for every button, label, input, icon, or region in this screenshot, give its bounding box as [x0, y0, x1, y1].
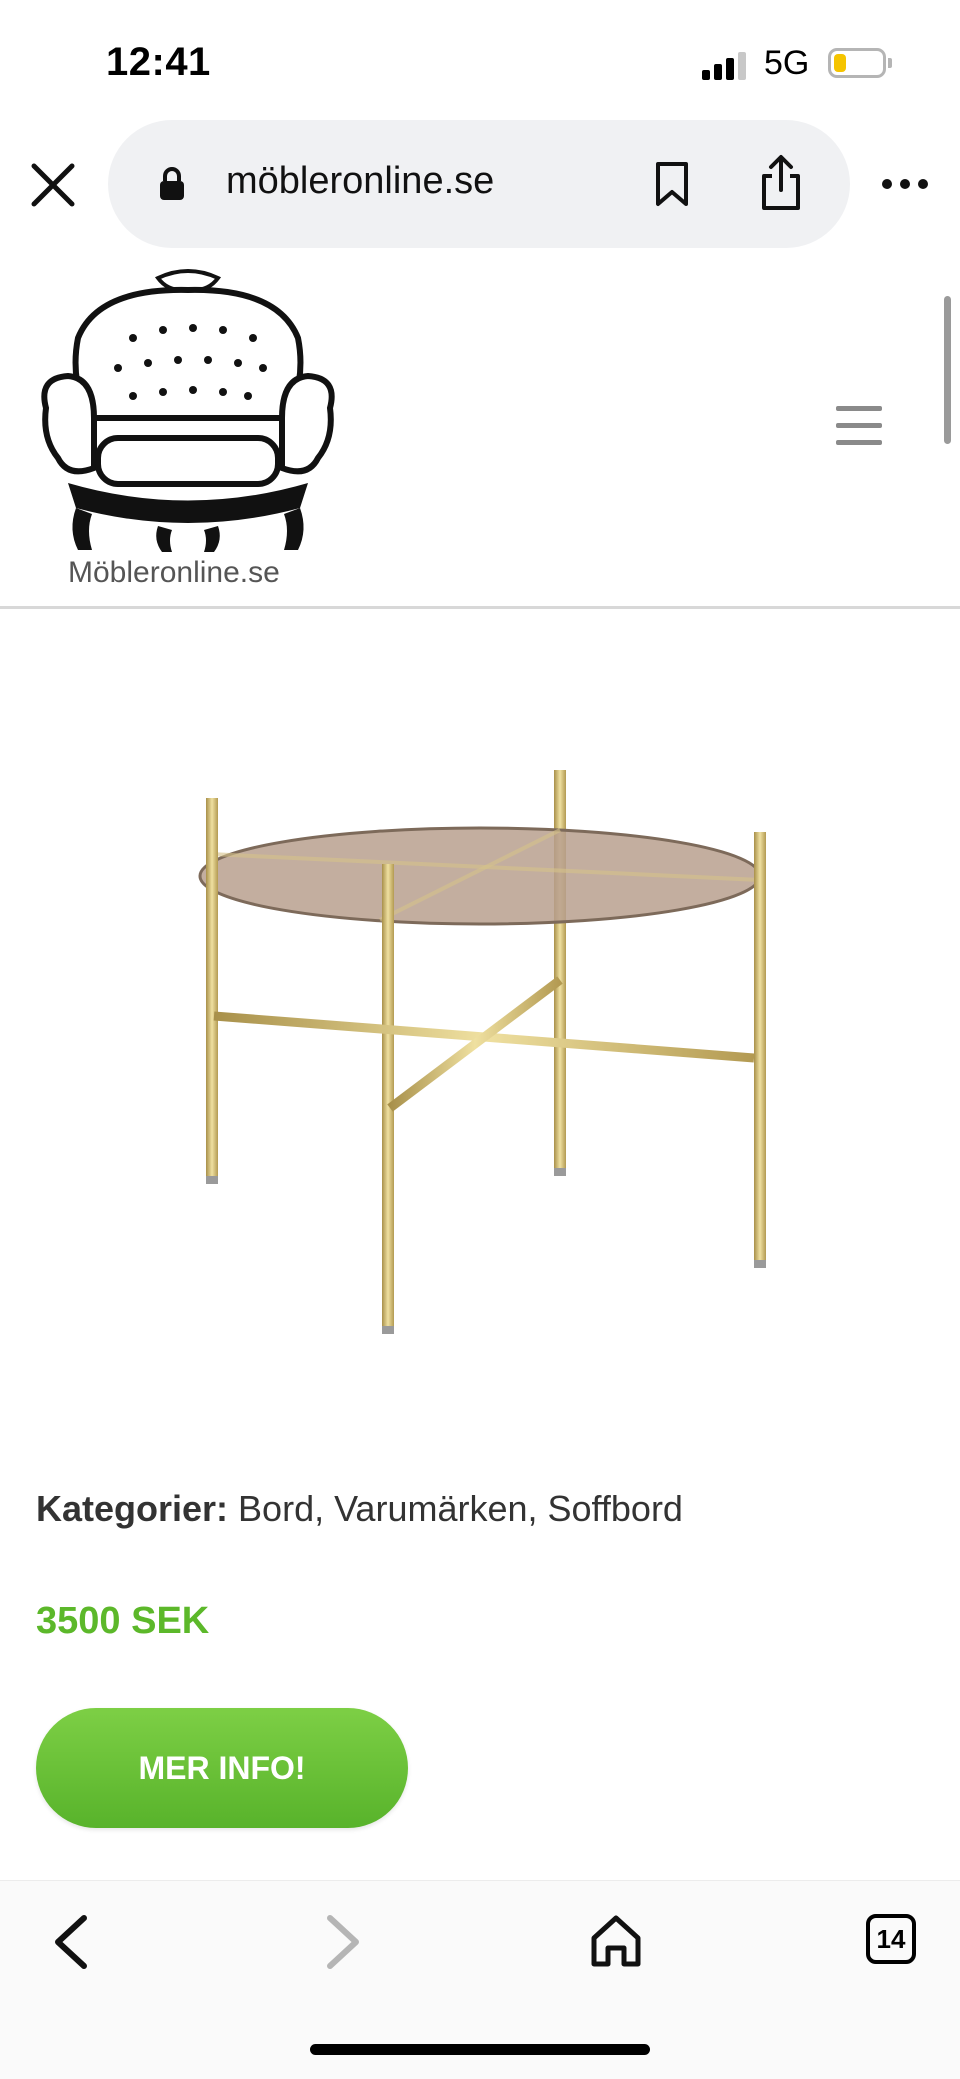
home-icon[interactable] [588, 1912, 644, 1970]
battery-cap [888, 58, 892, 68]
share-icon[interactable] [756, 154, 806, 212]
categories-value[interactable]: Bord, Varumärken, Soffbord [228, 1488, 683, 1529]
site-logo[interactable] [38, 268, 338, 596]
status-time: 12:41 [106, 40, 211, 84]
url-text[interactable]: möbleronline.se [226, 160, 494, 203]
product-price: 3500 SEK [36, 1600, 210, 1642]
more-info-button[interactable]: MER INFO! [36, 1708, 408, 1828]
battery-icon [828, 48, 886, 78]
product-categories: Kategorier: Bord, Varumärken, Soffbord [36, 1488, 683, 1530]
header-divider [0, 606, 960, 609]
logo-text: Möbleronline.se [68, 556, 280, 589]
hamburger-menu-icon[interactable] [836, 406, 882, 446]
battery-fill [834, 54, 846, 72]
home-indicator [310, 2044, 650, 2055]
signal-icon [702, 50, 750, 80]
status-bar: 12:41 5G [0, 0, 960, 120]
bookmark-icon[interactable] [654, 160, 690, 208]
categories-label: Kategorier: [36, 1488, 229, 1529]
network-label: 5G [764, 44, 810, 82]
back-icon[interactable] [48, 1912, 92, 1972]
close-icon[interactable] [28, 160, 78, 210]
tabs-icon[interactable]: 14 [866, 1914, 916, 1964]
glass-coffee-table-image[interactable] [180, 740, 800, 1360]
forward-icon [322, 1912, 366, 1972]
lock-icon [158, 166, 186, 202]
more-icon[interactable] [880, 176, 930, 192]
page-scrollbar[interactable] [944, 296, 951, 444]
